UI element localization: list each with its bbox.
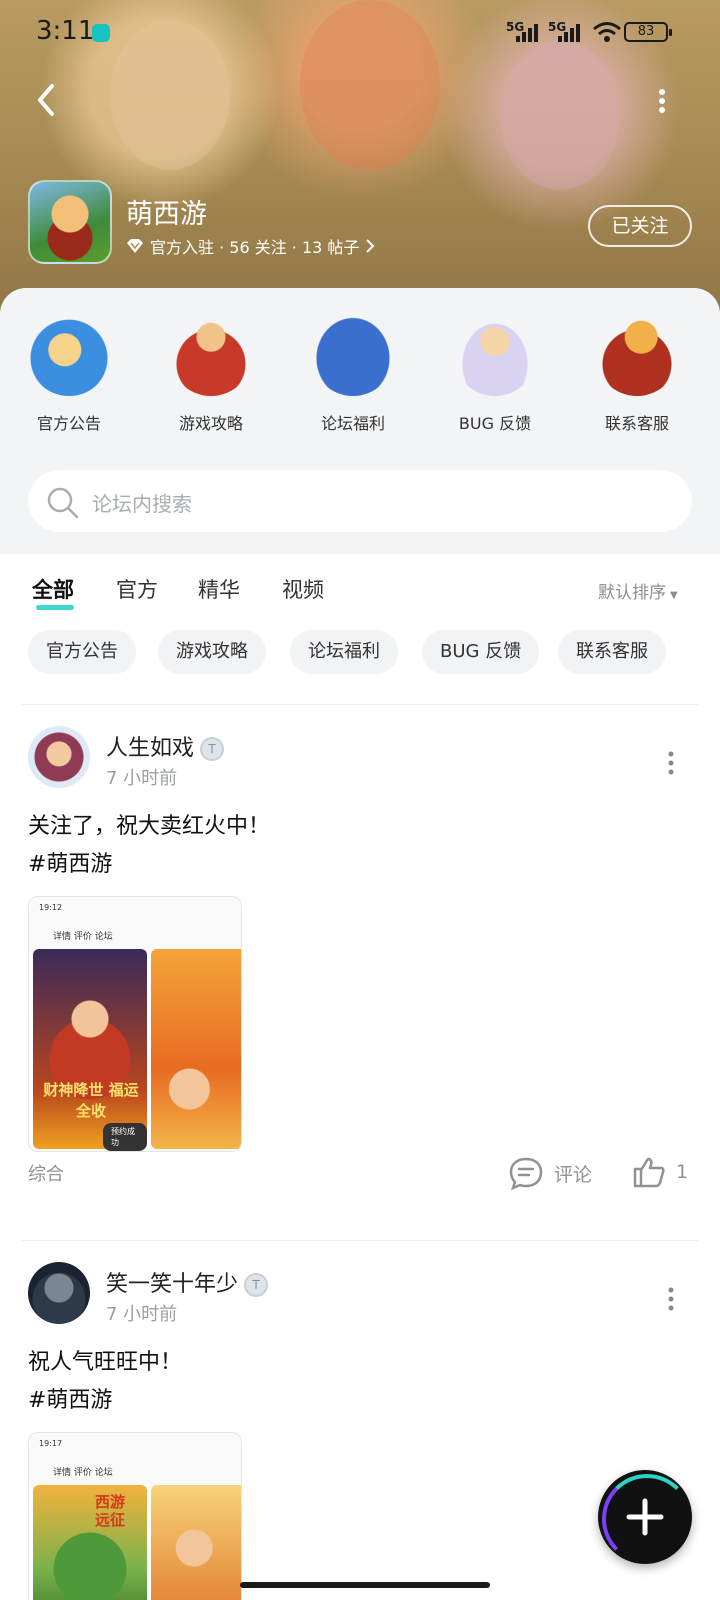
taptap-notification-icon	[92, 24, 110, 42]
forum-meta[interactable]: 官方入驻 · 56 关注 · 13 帖子	[126, 234, 375, 258]
chevron-right-icon	[366, 239, 375, 253]
feed-tabs: 全部 官方 精华 视频 默认排序 ▼	[0, 554, 720, 624]
post-image[interactable]: 19:17 详情 评价 论坛 西游远征	[28, 1432, 242, 1600]
tab-featured[interactable]: 精华	[198, 574, 240, 604]
game-title: 萌西游	[126, 199, 207, 230]
username[interactable]: 笑一笑十年少 T	[106, 1266, 269, 1298]
thumbs-up-icon	[633, 1157, 665, 1188]
screenshot-tabs: 详情 评价 论坛	[53, 932, 113, 942]
official-notice-mascot-icon	[27, 312, 111, 396]
forum-meta-text: 官方入驻 · 56 关注 · 13 帖子	[150, 238, 360, 257]
category-label: 官方公告	[36, 414, 101, 433]
search-icon	[47, 487, 79, 519]
chip-bug-report[interactable]: BUG 反馈	[422, 630, 540, 674]
signal-icon-1	[514, 22, 544, 42]
post-text-line: 祝人气旺旺中！	[28, 1350, 183, 1375]
sort-dropdown[interactable]: 默认排序 ▼	[598, 578, 678, 603]
chip-forum-welfare[interactable]: 论坛福利	[290, 630, 398, 674]
tab-video[interactable]: 视频	[282, 574, 324, 604]
post-time: 7 小时前	[106, 768, 178, 789]
category-official-notice[interactable]: 官方公告	[4, 312, 134, 434]
post-more-icon[interactable]	[666, 1284, 676, 1314]
screenshot-toast: 预约成功	[103, 1123, 147, 1151]
screenshot-banner-art: 财神降世 福运全收 预约成功	[33, 949, 147, 1151]
more-options-icon[interactable]	[650, 86, 674, 116]
category-game-guide[interactable]: 游戏攻略	[146, 312, 276, 434]
clock: 3:11	[36, 16, 95, 46]
category-forum-welfare[interactable]: 论坛福利	[288, 312, 418, 434]
screenshot-time: 19:12	[39, 903, 63, 912]
post-image[interactable]: 19:12 详情 评价 论坛 财神降世 福运全收 预约成功	[28, 896, 242, 1152]
post-body[interactable]: 祝人气旺旺中！ #萌西游	[28, 1344, 182, 1420]
chip-customer-service[interactable]: 联系客服	[558, 630, 666, 674]
plus-icon	[626, 1498, 664, 1536]
category-customer-service[interactable]: 联系客服	[572, 312, 702, 434]
post-text-line: 关注了，祝大卖红火中！	[28, 814, 271, 839]
category-bug-report[interactable]: BUG 反馈	[430, 312, 560, 434]
screenshot-banner-art-2	[151, 949, 241, 1149]
comment-icon	[509, 1157, 543, 1190]
post-more-icon[interactable]	[666, 748, 676, 778]
bug-report-mascot-icon	[453, 312, 537, 396]
forum-search-bar[interactable]: 论坛内搜索	[28, 470, 692, 532]
sort-label: 默认排序	[598, 583, 666, 603]
username[interactable]: 人生如戏 T	[106, 730, 225, 762]
chip-official-notice[interactable]: 官方公告	[28, 630, 136, 674]
screenshot-time: 19:17	[39, 1439, 63, 1448]
battery-icon: 83	[624, 22, 672, 42]
level-badge-icon: T	[200, 737, 225, 761]
category-panel: 官方公告 游戏攻略 论坛福利 BUG 反馈 联系客服 论坛内搜索	[0, 288, 720, 554]
screenshot-header: 19:17 详情 评价 论坛	[29, 1433, 241, 1489]
comment-button[interactable]: 评论	[508, 1156, 592, 1190]
category-label: 游戏攻略	[178, 414, 243, 433]
divider	[22, 704, 698, 705]
like-button[interactable]: 1	[632, 1156, 688, 1188]
username-text: 笑一笑十年少	[106, 1272, 239, 1297]
avatar[interactable]	[28, 726, 90, 788]
wifi-icon	[593, 22, 621, 42]
search-placeholder: 论坛内搜索	[92, 492, 192, 516]
tab-official[interactable]: 官方	[116, 574, 158, 604]
post-hashtag[interactable]: #萌西游	[28, 846, 270, 884]
caret-down-icon: ▼	[670, 590, 678, 601]
category-label: BUG 反馈	[458, 414, 532, 433]
game-icon[interactable]	[28, 180, 112, 264]
screenshot-title: 西游远征	[95, 1493, 126, 1529]
category-chip-row: 官方公告 游戏攻略 论坛福利 BUG 反馈 联系客服	[0, 630, 720, 676]
divider	[22, 1240, 698, 1241]
category-label: 联系客服	[604, 414, 669, 433]
forum-header-banner: 3:11 5G 5G 83 萌西游 官方入驻 · 56 关注 · 13 帖子 已…	[0, 0, 720, 320]
username-text: 人生如戏	[106, 736, 195, 761]
screenshot-header: 19:12 详情 评价 论坛	[29, 897, 241, 953]
post-time: 7 小时前	[106, 1304, 178, 1325]
verified-diamond-icon	[127, 239, 143, 253]
customer-service-mascot-icon	[595, 312, 679, 396]
signal-icon-2	[556, 22, 586, 42]
back-arrow-icon[interactable]	[30, 80, 66, 120]
screenshot-banner-art-2: 西游远征	[95, 1485, 241, 1600]
comment-label: 评论	[554, 1163, 593, 1186]
game-guide-mascot-icon	[169, 312, 253, 396]
category-label: 论坛福利	[320, 414, 385, 433]
post-card[interactable]: 人生如戏 T 7 小时前 关注了，祝大卖红火中！ #萌西游 19:12 详情 评价…	[0, 726, 720, 1246]
home-indicator[interactable]	[240, 1582, 490, 1588]
post-hashtag[interactable]: #萌西游	[28, 1382, 182, 1420]
level-badge-icon: T	[244, 1273, 269, 1297]
post-body[interactable]: 关注了，祝大卖红火中！ #萌西游	[28, 808, 270, 884]
avatar[interactable]	[28, 1262, 90, 1324]
status-bar: 3:11 5G 5G 83	[0, 0, 720, 64]
create-post-button[interactable]	[598, 1470, 692, 1564]
screenshot-tabs: 详情 评价 论坛	[53, 1468, 113, 1478]
post-category-tag[interactable]: 综合	[28, 1160, 64, 1186]
chip-game-guide[interactable]: 游戏攻略	[158, 630, 266, 674]
followed-button[interactable]: 已关注	[588, 205, 692, 247]
tab-all[interactable]: 全部	[32, 574, 74, 610]
forum-welfare-mascot-icon	[311, 312, 395, 396]
screenshot-title: 财神降世 福运全收	[43, 1081, 139, 1120]
like-count: 1	[676, 1161, 689, 1183]
